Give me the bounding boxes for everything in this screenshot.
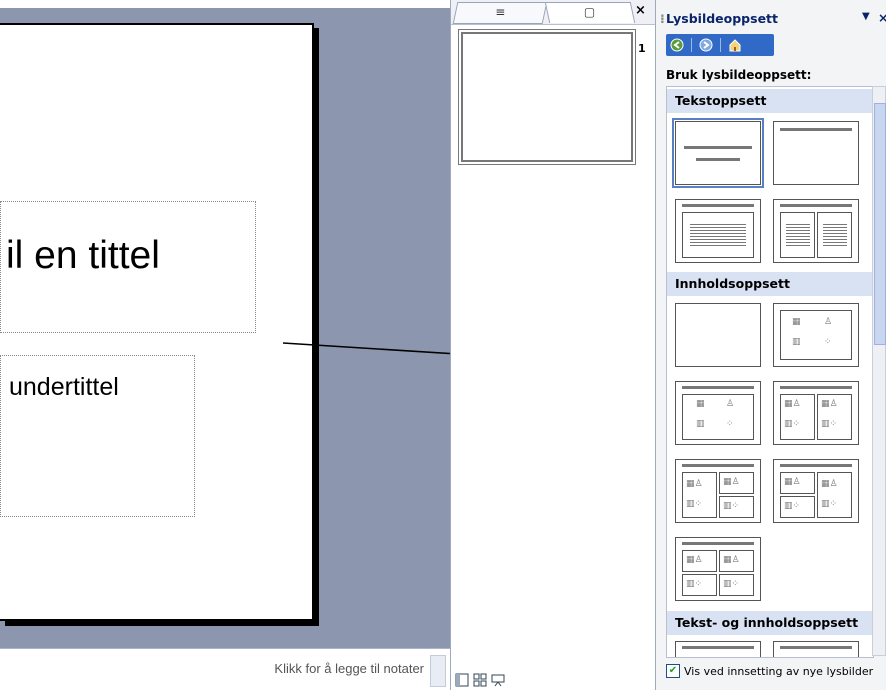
layout-bar: [780, 128, 852, 131]
show-on-insert-label: Vis ved innsetting av nye lysbilder: [684, 664, 874, 678]
pane-tab-bar: ≡ ▢ ×: [451, 0, 655, 25]
layout-box: [780, 310, 852, 360]
apply-layout-label: Bruk lysbildeoppsett:: [666, 68, 812, 82]
layout-bar: [684, 146, 752, 149]
forward-icon[interactable]: [695, 36, 717, 54]
view-buttons: [455, 673, 505, 689]
layout-bar: [696, 158, 740, 161]
table-icon: ▦: [696, 399, 705, 409]
layout-bar: [682, 204, 754, 207]
content-icons: ▥⁘: [686, 579, 703, 589]
tab-slides[interactable]: ▢: [544, 2, 636, 23]
layout-bar: [780, 386, 852, 389]
content-icons: ▦♙: [686, 555, 703, 565]
content-icons: ▦♙: [723, 555, 740, 565]
layout-bar: [780, 204, 852, 207]
layout-title-two-columns[interactable]: [773, 199, 859, 263]
layout-lines: [823, 222, 847, 248]
tab-outline[interactable]: ≡: [452, 2, 548, 24]
layout-gallery: Tekstoppsett Innholdsoppsett ▦ ♙ ▥ ⁘ ▦ ♙…: [666, 86, 874, 658]
nav-separator: [691, 38, 692, 52]
task-pane-close-icon[interactable]: ×: [878, 10, 886, 25]
content-icons: ▦♙: [784, 399, 801, 409]
layout-title-content-and-two-content[interactable]: ▦♙ ▥⁘ ▦♙ ▥⁘: [675, 459, 761, 523]
nav-separator: [720, 38, 721, 52]
section-text-layouts: Tekstoppsett: [667, 89, 873, 113]
layout-bar: [682, 542, 754, 545]
content-icons: ▦♙: [686, 479, 703, 489]
task-pane-nav: [666, 34, 774, 56]
content-icons: ▥⁘: [723, 579, 740, 589]
layout-title-and-two-content[interactable]: ▦♙ ▦♙ ▥⁘ ▥⁘: [773, 381, 859, 445]
section-text-and-content: Tekst- og innholdsoppsett: [667, 611, 873, 635]
content-icons: ▥⁘: [784, 419, 801, 429]
layout-content[interactable]: ▦ ♙ ▥ ⁘: [773, 303, 859, 367]
show-on-insert-option: ✔ Vis ved innsetting av nye lysbilder: [666, 664, 873, 678]
slide-sorter-icon[interactable]: [473, 673, 487, 687]
outline-icon: ≡: [495, 5, 506, 19]
layout-title-and-text[interactable]: [675, 199, 761, 263]
content-icons: ▥⁘: [821, 499, 838, 509]
task-pane: ⁝ Lysbildeoppsett ▼ × Bruk lysbildeoppse…: [656, 0, 886, 690]
diagram-icon: ⁘: [824, 337, 832, 347]
grip-icon: ⁝: [660, 11, 665, 26]
content-icons: ▥⁘: [723, 501, 740, 511]
layout-bar: [780, 646, 852, 649]
layout-bar: [682, 646, 754, 649]
content-icons: ▦♙: [821, 399, 838, 409]
slide-icon: ▢: [584, 5, 596, 19]
section-content-layouts: Innholdsoppsett: [667, 272, 873, 296]
slides-pane: ≡ ▢ × 1: [450, 0, 656, 690]
table-icon: ▦: [792, 317, 801, 327]
back-icon[interactable]: [666, 36, 688, 54]
normal-view-icon[interactable]: [455, 673, 469, 687]
layout-lines: [786, 222, 810, 248]
chart-icon: ▥: [792, 337, 801, 347]
home-icon[interactable]: [724, 36, 746, 54]
gallery-scrollbar-thumb[interactable]: [874, 103, 886, 345]
content-icons: ▦♙: [723, 477, 740, 487]
layout-bar: [682, 386, 754, 389]
slide-number: 1: [638, 42, 646, 55]
notes-scrollbar[interactable]: [430, 655, 446, 687]
diagram-icon: ⁘: [726, 419, 734, 429]
chart-icon: ▥: [696, 419, 705, 429]
task-pane-dropdown-icon[interactable]: ▼: [862, 11, 870, 22]
clipart-icon: ♙: [824, 317, 833, 327]
layout-title-slide[interactable]: [672, 118, 764, 188]
content-icons: ▥⁘: [784, 501, 801, 511]
slide-thumbnail[interactable]: [458, 29, 636, 165]
layout-title-and-four-content[interactable]: ▦♙ ▦♙ ▥⁘ ▥⁘: [675, 537, 761, 601]
layout-lines: [690, 222, 746, 248]
layout-text-and-content[interactable]: [675, 641, 761, 657]
show-on-insert-checkbox[interactable]: ✔: [666, 664, 680, 678]
gallery-scrollbar[interactable]: [872, 86, 886, 656]
slide-show-icon[interactable]: [491, 673, 505, 687]
layout-box: [682, 394, 754, 440]
notes-placeholder[interactable]: Klikk for å legge til notater: [274, 661, 424, 676]
content-icons: ▥⁘: [686, 499, 703, 509]
layout-content-and-text[interactable]: [773, 641, 859, 657]
notes-pane[interactable]: Klikk for å legge til notater: [0, 648, 450, 691]
layout-title-only[interactable]: [773, 121, 859, 185]
task-pane-header: ⁝ Lysbildeoppsett ▼ ×: [656, 8, 886, 30]
layout-bar: [682, 464, 754, 467]
layout-title-two-content-and-content[interactable]: ▦♙ ▥⁘ ▦♙ ▥⁘: [773, 459, 859, 523]
clipart-icon: ♙: [726, 399, 735, 409]
close-icon[interactable]: ×: [635, 3, 646, 18]
layout-blank[interactable]: [675, 303, 761, 367]
content-icons: ▦♙: [821, 479, 838, 489]
task-pane-title: Lysbildeoppsett: [666, 11, 778, 26]
layout-bar: [780, 464, 852, 467]
content-icons: ▦♙: [784, 477, 801, 487]
layout-title-and-content[interactable]: ▦ ♙ ▥ ⁘: [675, 381, 761, 445]
content-icons: ▥⁘: [821, 419, 838, 429]
